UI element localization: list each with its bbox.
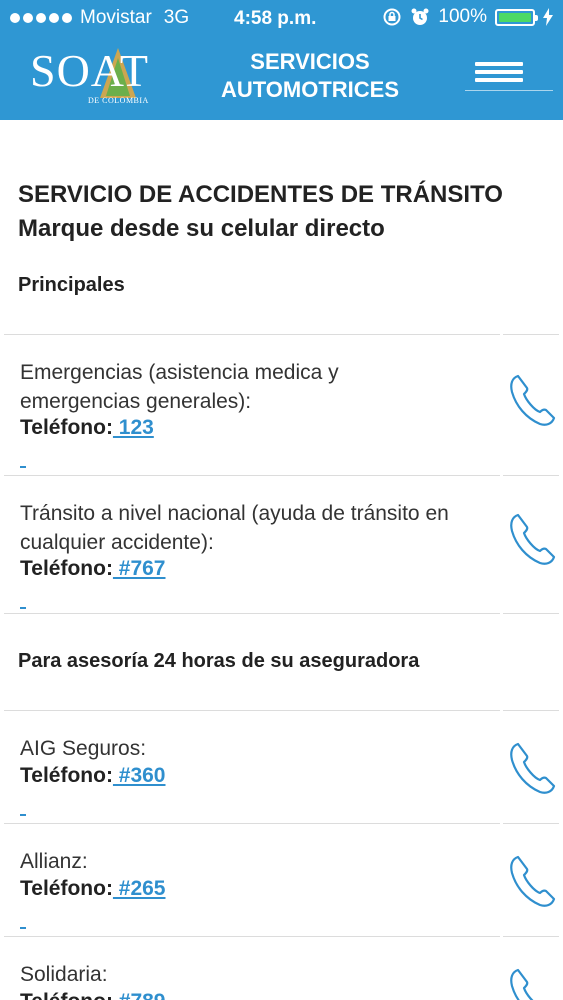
alarm-icon (411, 8, 429, 25)
dash-marker (20, 814, 26, 816)
divider (4, 613, 500, 614)
entry-description: AIG Seguros: (20, 734, 500, 763)
entry-description-line: Tránsito a nivel nacional (ayuda de trán… (20, 502, 449, 525)
signal-strength-icon (10, 13, 72, 23)
app-header: SOAT DE COLOMBIA SERVICIOS AUTOMOTRICES (0, 36, 563, 120)
header-title-line1: SERVICIOS (250, 49, 370, 74)
divider (503, 475, 559, 476)
entry-description: Allianz: (20, 847, 500, 876)
network-type: 3G (163, 7, 190, 28)
page-title: SERVICIO DE ACCIDENTES DE TRÁNSITO Marqu… (18, 178, 558, 246)
divider (503, 936, 559, 937)
entry-phone: Teléfono: #360 (20, 764, 166, 788)
dash-marker (20, 607, 26, 609)
divider (4, 710, 500, 711)
divider (503, 613, 559, 614)
phone-label: Teléfono: (20, 416, 113, 439)
phone-number-link[interactable]: #360 (113, 764, 166, 787)
section-heading-principales: Principales (18, 274, 125, 296)
entry-description-line: emergencias generales): (20, 390, 252, 413)
clock: 4:58 p.m. (234, 8, 317, 29)
entry-phone: Teléfono: #767 (20, 557, 166, 581)
dash-marker (20, 466, 26, 468)
phone-label: Teléfono: (20, 557, 113, 580)
phone-icon[interactable] (508, 966, 558, 1000)
phone-icon[interactable] (508, 511, 558, 567)
phone-label: Teléfono: (20, 990, 113, 1000)
rotation-lock-icon (383, 8, 401, 26)
phone-icon[interactable] (508, 740, 558, 796)
entry-phone: Teléfono: #789 (20, 990, 166, 1000)
page-title-line1: SERVICIO DE ACCIDENTES DE TRÁNSITO (18, 181, 503, 208)
phone-number-link[interactable]: #767 (113, 557, 166, 580)
carrier-name: Movistar (80, 7, 152, 28)
hamburger-menu-icon[interactable] (465, 56, 553, 92)
phone-label: Teléfono: (20, 764, 113, 787)
header-title: SERVICIOS AUTOMOTRICES (200, 48, 420, 104)
phone-icon[interactable] (508, 853, 558, 909)
divider (4, 823, 500, 824)
header-title-line2: AUTOMOTRICES (220, 77, 400, 102)
entry-description-line: AIG Seguros: (20, 737, 147, 760)
battery-percent: 100% (438, 6, 487, 27)
entry-description-line: Allianz: (20, 850, 88, 873)
entry-phone: Teléfono: 123 (20, 416, 154, 440)
entry-description: Emergencias (asistencia medica y emergen… (20, 358, 500, 416)
divider (4, 936, 500, 937)
logo-text: SOAT (30, 45, 150, 96)
section-heading-aseguradora: Para asesoría 24 horas de su aseguradora (18, 650, 420, 672)
divider (4, 334, 500, 335)
phone-number-link[interactable]: 123 (113, 416, 154, 439)
entry-description-line: Emergencias (asistencia medica y (20, 361, 339, 384)
charging-bolt-icon (543, 8, 553, 26)
entry-description-line: Solidaria: (20, 963, 108, 986)
page-title-line2: Marque desde su celular directo (18, 215, 385, 242)
entry-phone: Teléfono: #265 (20, 877, 166, 901)
phone-label: Teléfono: (20, 877, 113, 900)
divider (503, 823, 559, 824)
battery-icon (495, 8, 538, 26)
logo-subtitle: DE COLOMBIA (88, 96, 149, 105)
entry-description-line: cualquier accidente): (20, 531, 214, 554)
entry-description: Solidaria: (20, 960, 500, 989)
divider (503, 334, 559, 335)
phone-number-link[interactable]: #789 (113, 990, 166, 1000)
status-bar: Movistar 3G 4:58 p.m. 100% (0, 0, 563, 36)
dash-marker (20, 927, 26, 929)
menu-underline (465, 90, 553, 91)
phone-number-link[interactable]: #265 (113, 877, 166, 900)
phone-icon[interactable] (508, 372, 558, 428)
soat-logo[interactable]: SOAT DE COLOMBIA (30, 44, 170, 106)
divider (503, 710, 559, 711)
divider (4, 475, 500, 476)
entry-description: Tránsito a nivel nacional (ayuda de trán… (20, 499, 500, 557)
